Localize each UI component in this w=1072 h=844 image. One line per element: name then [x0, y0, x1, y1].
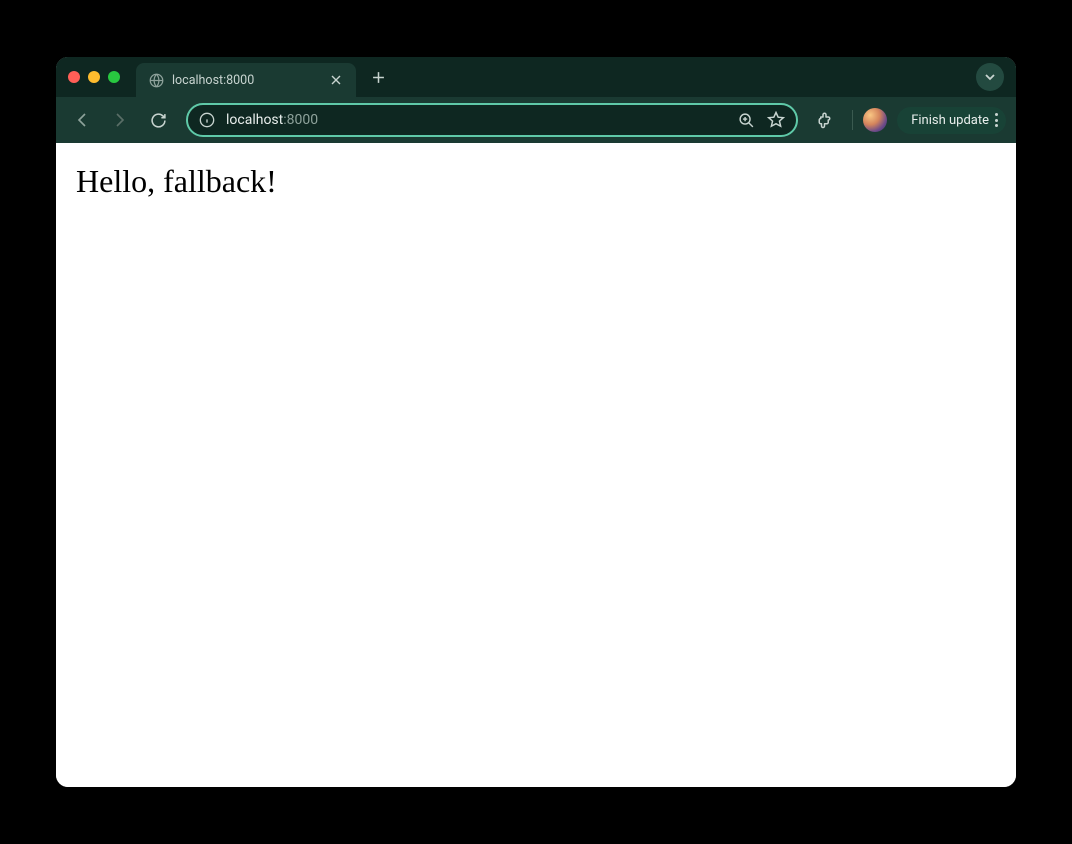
page-heading: Hello, fallback!	[76, 163, 996, 200]
tab-title: localhost:8000	[172, 73, 320, 88]
window-minimize-button[interactable]	[88, 71, 100, 83]
tab-bar: localhost:8000	[56, 57, 1016, 97]
profile-avatar[interactable]	[863, 108, 887, 132]
zoom-icon[interactable]	[736, 110, 756, 130]
toolbar: localhost:8000	[56, 97, 1016, 143]
back-button[interactable]	[66, 104, 98, 136]
toolbar-divider	[852, 110, 853, 130]
update-label: Finish update	[911, 113, 989, 128]
globe-icon	[148, 72, 164, 88]
tab-search-button[interactable]	[976, 63, 1004, 91]
extensions-icon[interactable]	[810, 104, 842, 136]
browser-tab[interactable]: localhost:8000	[136, 63, 356, 97]
url-port: :8000	[283, 112, 318, 128]
url-host: localhost	[226, 112, 283, 128]
page-viewport: Hello, fallback!	[56, 143, 1016, 787]
forward-button[interactable]	[104, 104, 136, 136]
url-text: localhost:8000	[226, 112, 726, 128]
tab-close-button[interactable]	[328, 72, 344, 88]
reload-button[interactable]	[142, 104, 174, 136]
new-tab-button[interactable]	[364, 63, 392, 91]
site-info-icon[interactable]	[198, 111, 216, 129]
finish-update-button[interactable]: Finish update	[897, 107, 1006, 134]
window-controls	[68, 71, 120, 83]
browser-window: localhost:8000	[56, 57, 1016, 787]
browser-chrome: localhost:8000	[56, 57, 1016, 143]
address-bar[interactable]: localhost:8000	[186, 103, 798, 137]
window-close-button[interactable]	[68, 71, 80, 83]
window-maximize-button[interactable]	[108, 71, 120, 83]
bookmark-star-icon[interactable]	[766, 110, 786, 130]
kebab-menu-icon	[995, 113, 998, 127]
